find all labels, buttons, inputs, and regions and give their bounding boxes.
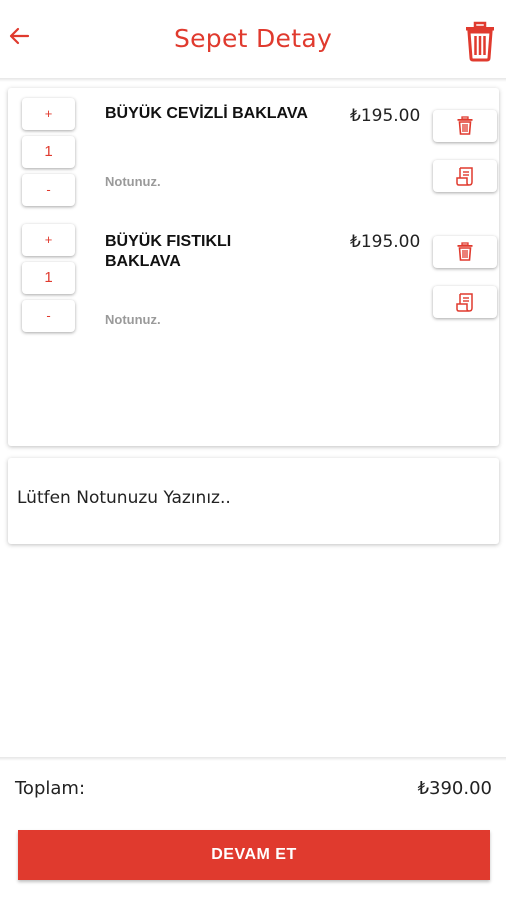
clear-cart-trash-icon[interactable] (462, 20, 498, 62)
note-receipt-icon (456, 167, 473, 186)
cart-items-card: + 1 - BÜYÜK CEVİZLİ BAKLAVA Notunuz. ₺19… (8, 88, 499, 446)
quantity-value: 1 (22, 136, 75, 168)
product-name-line: BAKLAVA (105, 253, 181, 270)
remove-item-button[interactable] (433, 236, 497, 268)
note-receipt-icon (456, 293, 473, 312)
total-value: ₺390.00 (417, 778, 492, 799)
app-header: Sepet Detay (0, 0, 506, 80)
product-name-line: BÜYÜK FISTIKLI (105, 233, 232, 250)
product-name-line: BÜYÜK CEVİZLİ BAKLAVA (105, 105, 308, 122)
quantity-value: 1 (22, 262, 75, 294)
product-name: BÜYÜK CEVİZLİ BAKLAVA (105, 104, 335, 124)
decrease-quantity-button[interactable]: - (22, 174, 75, 206)
header-divider (0, 78, 506, 82)
increase-quantity-button[interactable]: + (22, 224, 75, 256)
edit-note-button[interactable] (433, 286, 497, 318)
decrease-quantity-button[interactable]: - (22, 300, 75, 332)
remove-item-button[interactable] (433, 110, 497, 142)
product-price: ₺195.00 (350, 232, 421, 252)
page-title: Sepet Detay (173, 24, 333, 53)
trash-icon (457, 242, 473, 261)
edit-note-button[interactable] (433, 160, 497, 192)
footer-divider (0, 757, 506, 761)
item-note-link[interactable]: Notunuz. (105, 312, 161, 327)
increase-quantity-button[interactable]: + (22, 98, 75, 130)
product-name: BÜYÜK FISTIKLI BAKLAVA (105, 232, 335, 272)
continue-button[interactable]: DEVAM ET (18, 830, 490, 880)
product-price: ₺195.00 (350, 106, 421, 126)
order-note-field[interactable]: Lütfen Notunuzu Yazınız.. (8, 458, 499, 544)
item-note-link[interactable]: Notunuz. (105, 174, 161, 189)
total-label: Toplam: (15, 778, 86, 799)
trash-icon (457, 116, 473, 135)
order-note-placeholder: Lütfen Notunuzu Yazınız.. (17, 488, 231, 508)
